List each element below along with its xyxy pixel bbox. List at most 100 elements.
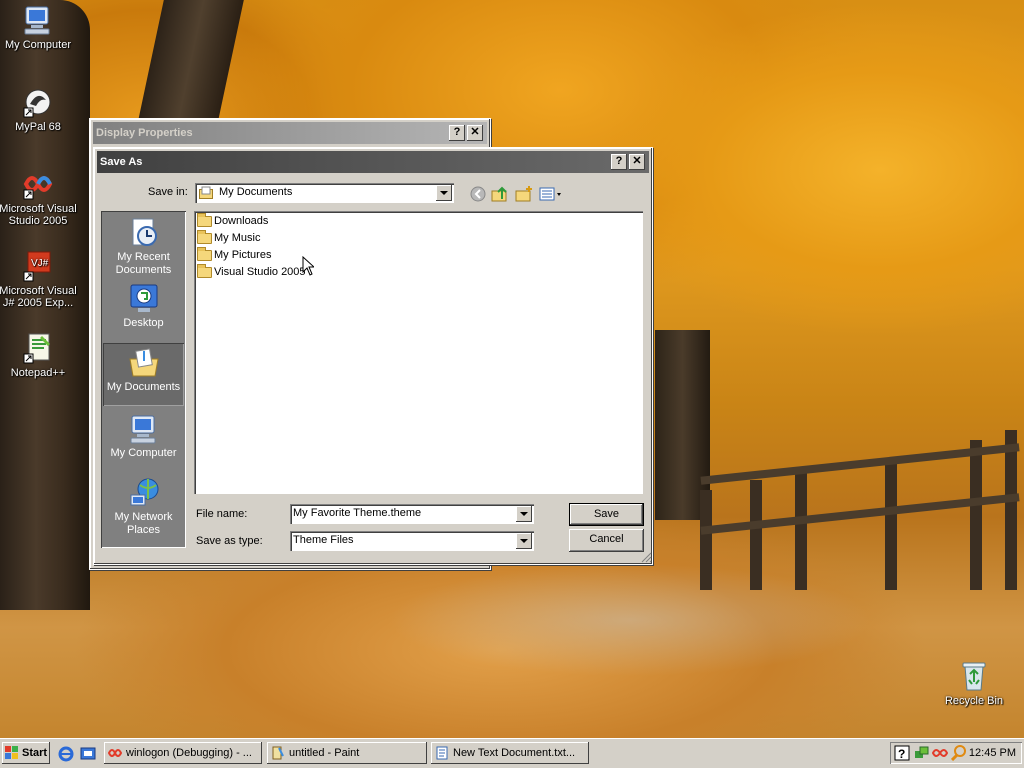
- file-name: Visual Studio 2005: [214, 266, 306, 278]
- mypal-icon: [22, 86, 54, 118]
- desktop-icon-label: Notepad++: [10, 367, 66, 379]
- desktop-icon-label: MyPal 68: [15, 121, 61, 133]
- file-name: Downloads: [214, 215, 269, 227]
- place-desktop[interactable]: Desktop: [103, 279, 184, 342]
- save-as-type-dropdown[interactable]: Theme Files: [290, 531, 534, 551]
- file-list[interactable]: Downloads My Music My Pictures Visual St…: [194, 211, 643, 494]
- resize-grip-icon[interactable]: [640, 551, 652, 563]
- place-my-documents[interactable]: My Documents: [103, 343, 184, 406]
- help-button[interactable]: ?: [611, 154, 627, 170]
- clock[interactable]: 12:45 PM: [969, 742, 1016, 764]
- taskbar-button-paint[interactable]: untitled - Paint: [267, 742, 427, 764]
- chevron-down-icon[interactable]: [516, 506, 532, 522]
- list-item[interactable]: My Pictures: [197, 247, 271, 264]
- task-label: untitled - Paint: [289, 747, 360, 759]
- help-button[interactable]: ?: [449, 125, 465, 141]
- window-title: Display Properties: [96, 127, 193, 139]
- desktop-icon: [128, 283, 160, 315]
- place-network-places[interactable]: My Network Places: [103, 473, 184, 545]
- folder-icon: [197, 213, 212, 227]
- close-button[interactable]: ✕: [629, 154, 645, 170]
- folder-icon: [197, 264, 212, 278]
- file-name-value: My Favorite Theme.theme: [293, 507, 422, 519]
- recent-documents-icon: [128, 217, 160, 249]
- file-name: My Pictures: [214, 249, 272, 261]
- desktop-icon-label: Recycle Bin: [944, 695, 1004, 707]
- wooden-fence: [700, 420, 1024, 590]
- place-label: My Documents: [106, 381, 181, 393]
- save-as-type-value: Theme Files: [293, 534, 354, 546]
- taskbar: Start winlogon (Debugging) - ... untitle…: [0, 738, 1024, 768]
- desktop-icon-label: Microsoft Visual Studio 2005: [0, 203, 77, 227]
- desktop-icon-recycle-bin[interactable]: Recycle Bin: [934, 660, 1014, 707]
- place-label: Desktop: [123, 317, 164, 329]
- text-document-icon: [435, 746, 449, 760]
- notepadpp-icon: [22, 332, 54, 364]
- desktop-icon-notepadpp[interactable]: Notepad++: [0, 332, 78, 379]
- mouse-cursor-icon: [302, 255, 316, 276]
- task-label: winlogon (Debugging) - ...: [126, 747, 252, 759]
- desktop-icon-mypal[interactable]: MyPal 68: [0, 86, 78, 133]
- list-item[interactable]: Visual Studio 2005: [197, 264, 306, 281]
- save-button[interactable]: Save: [569, 503, 644, 526]
- new-folder-icon[interactable]: [515, 185, 533, 203]
- windows-logo-icon: [5, 746, 19, 760]
- save-as-titlebar[interactable]: Save As ? ✕: [97, 151, 649, 173]
- cancel-button[interactable]: Cancel: [569, 529, 644, 552]
- desktop-icon-visual-studio[interactable]: Microsoft Visual Studio 2005: [0, 168, 78, 227]
- paint-icon: [271, 746, 285, 760]
- search-icon[interactable]: [950, 745, 967, 762]
- place-label: My Computer: [110, 447, 177, 459]
- visual-studio-icon: [22, 168, 54, 200]
- place-my-computer[interactable]: My Computer: [103, 409, 184, 472]
- places-bar: My Recent Documents Desktop My Documents…: [101, 211, 186, 548]
- system-tray: ? 12:45 PM: [890, 742, 1022, 764]
- dialog-title: Save As: [100, 156, 143, 168]
- save-in-label: Save in:: [148, 186, 188, 198]
- save-in-dropdown[interactable]: My Documents: [195, 183, 454, 203]
- show-desktop-icon[interactable]: [80, 746, 96, 762]
- display-properties-titlebar[interactable]: Display Properties ? ✕: [93, 122, 487, 144]
- my-documents-folder-icon: [199, 186, 213, 199]
- tree-branch: [136, 0, 244, 130]
- close-button[interactable]: ✕: [467, 125, 483, 141]
- desktop-icon-visual-jsharp[interactable]: VJ# Microsoft Visual J# 2005 Exp...: [0, 250, 78, 309]
- back-icon[interactable]: [469, 185, 487, 203]
- chevron-down-icon[interactable]: [436, 185, 452, 201]
- network-status-icon[interactable]: [913, 745, 929, 761]
- file-name-label: File name:: [196, 508, 248, 520]
- file-name-field[interactable]: My Favorite Theme.theme: [290, 504, 534, 524]
- desktop-icon-label: Microsoft Visual J# 2005 Exp...: [0, 285, 77, 309]
- list-item[interactable]: Downloads: [197, 213, 268, 230]
- svg-text:?: ?: [898, 747, 905, 761]
- svg-text:VJ#: VJ#: [31, 258, 49, 269]
- visual-studio-tray-icon[interactable]: [931, 745, 949, 761]
- place-label: My Network Places: [114, 511, 173, 536]
- folder-icon: [197, 230, 212, 244]
- help-icon[interactable]: ?: [894, 745, 910, 761]
- desktop-icon-label: My Computer: [4, 39, 72, 51]
- start-label: Start: [22, 747, 48, 759]
- place-recent-documents[interactable]: My Recent Documents: [103, 213, 184, 278]
- my-documents-icon: [128, 347, 160, 379]
- folder-icon: [197, 247, 212, 261]
- up-folder-icon[interactable]: [491, 185, 509, 203]
- start-button[interactable]: Start: [2, 742, 50, 764]
- taskbar-button-winlogon[interactable]: winlogon (Debugging) - ...: [104, 742, 262, 764]
- chevron-down-icon[interactable]: [516, 533, 532, 549]
- desktop-icon-my-computer[interactable]: My Computer: [0, 4, 78, 51]
- my-computer-icon: [128, 413, 160, 445]
- task-label: New Text Document.txt...: [453, 747, 576, 759]
- visual-studio-icon: [107, 746, 123, 760]
- taskbar-button-notepad[interactable]: New Text Document.txt...: [431, 742, 589, 764]
- save-as-type-label: Save as type:: [196, 535, 263, 547]
- internet-explorer-icon[interactable]: [58, 746, 74, 762]
- network-places-icon: [128, 477, 160, 509]
- file-name: My Music: [214, 232, 261, 244]
- place-label: My Recent Documents: [115, 251, 172, 276]
- list-item[interactable]: My Music: [197, 230, 260, 247]
- view-menu-icon[interactable]: [539, 185, 563, 203]
- my-computer-icon: [22, 4, 54, 36]
- visual-jsharp-icon: VJ#: [22, 250, 54, 282]
- save-in-value: My Documents: [219, 186, 293, 198]
